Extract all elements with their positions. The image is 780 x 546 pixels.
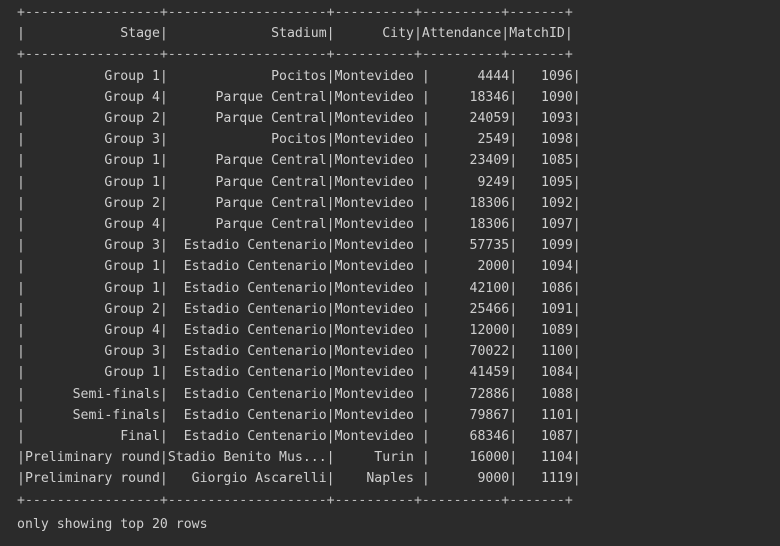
table-row: | Semi-finals| Estadio Centenario|Montev…	[17, 386, 581, 402]
table-row: | Group 1| Pocitos|Montevideo | 4444| 10…	[17, 68, 581, 84]
row-limit-note: only showing top 20 rows	[17, 516, 208, 532]
table-row: | Group 3| Estadio Centenario|Montevideo…	[17, 238, 581, 254]
table-row: | Group 1| Parque Central|Montevideo | 2…	[17, 153, 581, 169]
table-header-border: +-----------------+--------------------+…	[17, 47, 573, 63]
table-row: | Group 4| Parque Central|Montevideo | 1…	[17, 89, 581, 105]
table-row: | Group 1| Estadio Centenario|Montevideo…	[17, 280, 581, 296]
table-top-border: +-----------------+--------------------+…	[17, 5, 573, 20]
table-row: | Semi-finals| Estadio Centenario|Montev…	[17, 407, 581, 423]
table-row: | Group 3| Pocitos|Montevideo | 2549| 10…	[17, 132, 581, 148]
table-row: | Group 1| Estadio Centenario|Montevideo…	[17, 259, 581, 275]
table-row: |Preliminary round| Giorgio Ascarelli| N…	[17, 471, 581, 487]
table-row: | Group 4| Estadio Centenario|Montevideo…	[17, 323, 581, 339]
table-row: | Group 2| Parque Central|Montevideo | 1…	[17, 195, 581, 211]
console-output: +-----------------+--------------------+…	[0, 0, 780, 546]
table-header-row: | Stage| Stadium| City|Attendance|MatchI…	[17, 26, 573, 42]
table-row: | Group 1| Estadio Centenario|Montevideo…	[17, 365, 581, 381]
table-bottom-border: +-----------------+--------------------+…	[17, 492, 573, 508]
table-row: | Group 2| Parque Central|Montevideo | 2…	[17, 111, 581, 127]
table-row: | Group 1| Parque Central|Montevideo | 9…	[17, 174, 581, 190]
table-row: | Group 3| Estadio Centenario|Montevideo…	[17, 344, 581, 360]
table-row: | Final| Estadio Centenario|Montevideo |…	[17, 429, 581, 445]
table-row: | Group 4| Parque Central|Montevideo | 1…	[17, 217, 581, 233]
table-row: | Group 2| Estadio Centenario|Montevideo…	[17, 301, 581, 317]
table-row: |Preliminary round|Stadio Benito Mus...|…	[17, 450, 581, 466]
